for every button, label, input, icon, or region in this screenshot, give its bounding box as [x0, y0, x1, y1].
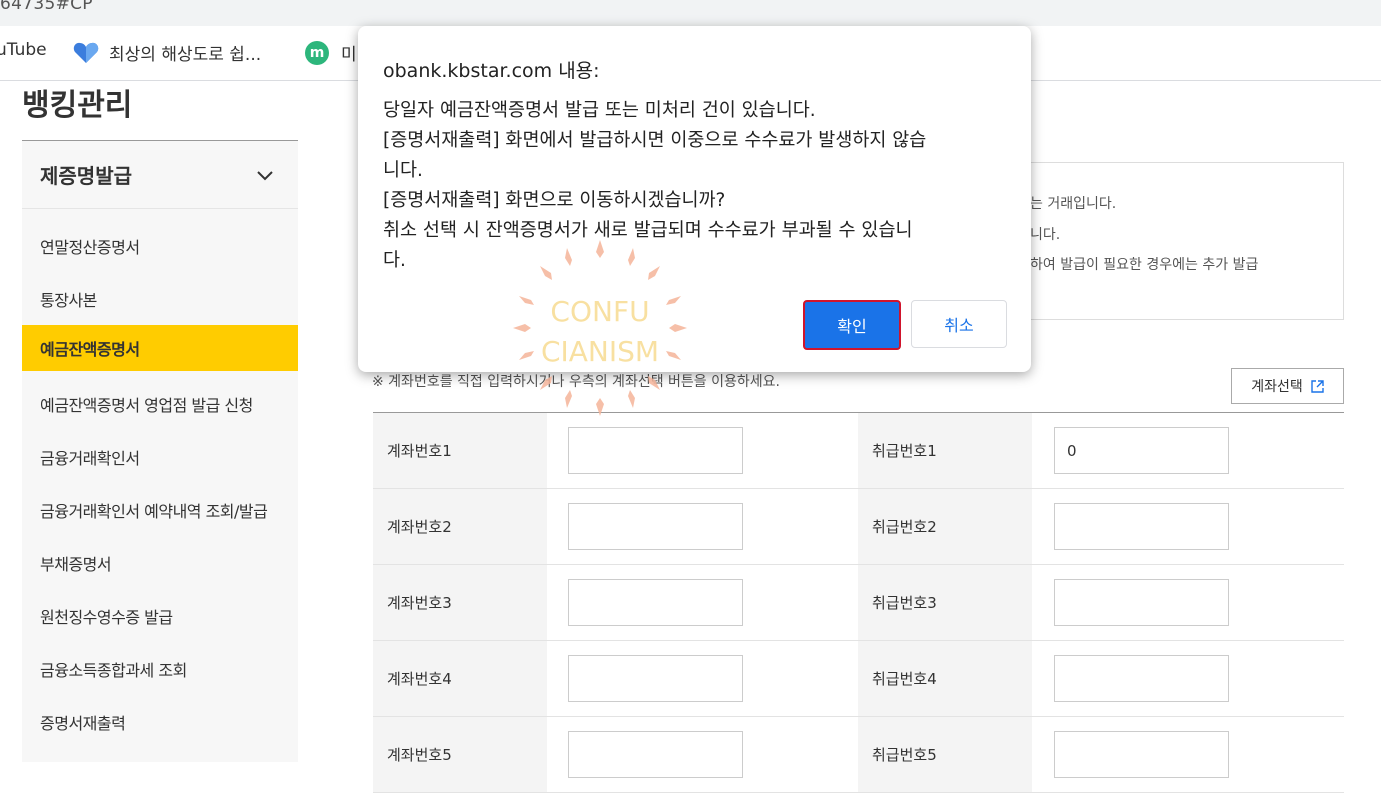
account-number-label: 계좌번호1	[373, 413, 547, 488]
notice-line: 니다.	[1030, 227, 1061, 243]
bookmark-resolution[interactable]: 최상의 해상도로 쉽...	[73, 40, 261, 65]
sidebar-item-certificate-reprint[interactable]: 증명서재출력	[22, 695, 298, 748]
dialog-message-line: 다.	[383, 250, 406, 271]
page-title: 뱅킹관리	[22, 88, 133, 123]
sidebar-item-balance-branch-request[interactable]: 예금잔액증명서 영업점 발급 신청	[22, 377, 298, 430]
dialog-message-line: 취소 선택 시 잔액증명서가 새로 발급되며 수수료가 부과될 수 있습니	[383, 220, 913, 241]
account-number-label: 계좌번호5	[373, 717, 547, 792]
handling-number-label: 취급번호5	[858, 717, 1032, 792]
account-number-input[interactable]	[568, 655, 743, 702]
external-link-icon	[1311, 379, 1324, 393]
table-row: 계좌번호5 취급번호5	[373, 717, 1344, 793]
handling-number-label: 취급번호1	[858, 413, 1032, 488]
dialog-message-line: [증명서재출력] 화면으로 이동하시겠습니까?	[383, 190, 726, 211]
table-row: 계좌번호3 취급번호3	[373, 565, 1344, 641]
bookmark-label: uTube	[0, 40, 47, 60]
handling-number-label: 취급번호3	[858, 565, 1032, 640]
sidebar-item-financial-income-tax[interactable]: 금융소득종합과세 조회	[22, 642, 298, 695]
sidebar-item-withholding-receipt[interactable]: 원천징수영수증 발급	[22, 589, 298, 642]
bookmark-m[interactable]: m 미	[305, 40, 357, 65]
handling-number-label: 취급번호2	[858, 489, 1032, 564]
handling-number-input[interactable]	[1054, 579, 1229, 626]
address-bar[interactable]: 64735#CP	[0, 0, 1381, 26]
input-guide-text: ※ 계좌번호를 직접 입력하시거나 우측의 계좌선택 버튼을 이용하세요.	[372, 374, 780, 390]
account-number-label: 계좌번호3	[373, 565, 547, 640]
sidebar-item-confirmation-reservation[interactable]: 금융거래확인서 예약내역 조회/발급	[22, 483, 298, 536]
notice-line: 하여 발급이 필요한 경우에는 추가 발급	[1030, 257, 1259, 273]
ok-button[interactable]: 확인	[803, 300, 901, 350]
account-number-label: 계좌번호4	[373, 641, 547, 716]
handling-number-input[interactable]	[1054, 503, 1229, 550]
table-row: 계좌번호2 취급번호2	[373, 489, 1344, 565]
account-number-label: 계좌번호2	[373, 489, 547, 564]
m-badge-icon: m	[305, 40, 329, 65]
dialog-message-line: 당일자 예금잔액증명서 발급 또는 미처리 건이 있습니다.	[383, 100, 816, 121]
handling-number-input[interactable]	[1054, 655, 1229, 702]
notice-line: 는 거래입니다.	[1030, 196, 1117, 212]
sidebar-item-financial-confirmation[interactable]: 금융거래확인서	[22, 430, 298, 483]
account-number-input[interactable]	[568, 427, 743, 474]
table-row: 계좌번호1 취급번호1	[373, 413, 1344, 489]
account-number-input[interactable]	[568, 731, 743, 778]
sidebar-section-title: 제증명발급	[40, 164, 132, 188]
dialog-title: obank.kbstar.com 내용:	[383, 60, 600, 82]
account-form-table: 계좌번호1 취급번호1 계좌번호2 취급번호2 계좌번호3 취급번호3 계좌번호…	[373, 412, 1344, 793]
account-select-label: 계좌선택	[1251, 379, 1303, 395]
handling-number-input[interactable]	[1054, 427, 1229, 474]
dialog-message-line: 니다.	[383, 160, 423, 181]
chevron-down-icon	[257, 170, 273, 180]
dialog-message-line: [증명서재출력] 화면에서 발급하시면 이중으로 수수료가 발생하지 않습	[383, 130, 927, 151]
account-number-input[interactable]	[568, 579, 743, 626]
heart-icon	[73, 42, 99, 63]
bookmark-label: 미	[341, 45, 357, 65]
sidebar-item-passbook-copy[interactable]: 통장사본	[22, 272, 298, 325]
sidebar-section-header[interactable]: 제증명발급	[22, 141, 298, 209]
handling-number-input[interactable]	[1054, 731, 1229, 778]
dialog-message: 당일자 예금잔액증명서 발급 또는 미처리 건이 있습니다. [증명서재출력] …	[383, 96, 1013, 276]
sidebar: 제증명발급 연말정산증명서 통장사본 예금잔액증명서 예금잔액증명서 영업점 발…	[22, 140, 298, 762]
account-number-input[interactable]	[568, 503, 743, 550]
handling-number-label: 취급번호4	[858, 641, 1032, 716]
sidebar-menu: 연말정산증명서 통장사본 예금잔액증명서 예금잔액증명서 영업점 발급 신청 금…	[22, 209, 298, 748]
sidebar-item-year-end[interactable]: 연말정산증명서	[22, 219, 298, 272]
cancel-button[interactable]: 취소	[911, 300, 1007, 348]
url-text: 64735#CP	[0, 0, 93, 14]
bookmark-label: 최상의 해상도로 쉽...	[109, 45, 262, 65]
sidebar-item-debt-certificate[interactable]: 부채증명서	[22, 536, 298, 589]
bookmark-youtube[interactable]: uTube	[0, 40, 47, 60]
notice-box: 는 거래입니다. 니다. 하여 발급이 필요한 경우에는 추가 발급	[1015, 162, 1344, 320]
account-select-button[interactable]: 계좌선택	[1231, 368, 1344, 404]
table-row: 계좌번호4 취급번호4	[373, 641, 1344, 717]
confirm-dialog: obank.kbstar.com 내용: 당일자 예금잔액증명서 발급 또는 미…	[358, 26, 1031, 372]
sidebar-item-balance-certificate[interactable]: 예금잔액증명서	[22, 325, 298, 371]
